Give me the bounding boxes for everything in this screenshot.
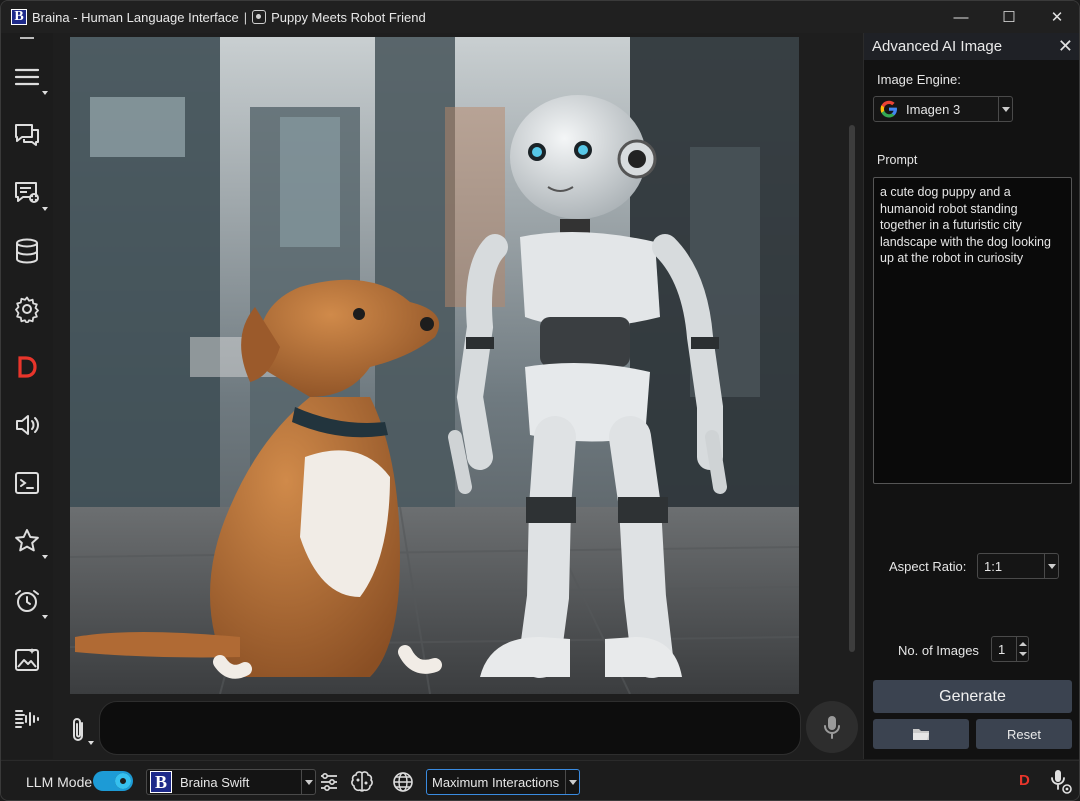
mic-button[interactable] — [806, 701, 858, 753]
sidebar-item-chat[interactable] — [1, 113, 53, 157]
star-icon — [15, 529, 39, 552]
caret-down-icon — [88, 741, 94, 745]
braina-logo-icon: B — [11, 9, 27, 25]
advanced-ai-image-panel: Advanced AI Image ✕ Image Engine: Imagen… — [863, 33, 1079, 759]
sidebar-item-new-chat[interactable] — [1, 171, 53, 215]
speaker-icon — [16, 415, 39, 435]
engine-select[interactable]: Imagen 3 — [873, 96, 1013, 122]
sidebar-item-menu[interactable] — [1, 55, 53, 99]
num-images-stepper[interactable]: 1 — [991, 636, 1029, 662]
new-chat-icon — [15, 182, 39, 203]
minimize-button[interactable]: — — [937, 1, 985, 33]
image-scrollbar[interactable] — [849, 125, 855, 652]
arrow-up-icon[interactable] — [1019, 642, 1027, 646]
puppy-robot-image-art — [70, 37, 799, 694]
caret-down-icon — [42, 555, 48, 559]
llm-mode-toggle[interactable] — [93, 771, 133, 791]
document-title: Puppy Meets Robot Friend — [271, 9, 426, 25]
close-button[interactable]: ✕ — [1033, 1, 1079, 33]
panel-header: Advanced AI Image ✕ — [864, 33, 1079, 60]
chevron-down-icon — [565, 770, 579, 794]
voice-wave-icon — [15, 710, 39, 728]
sidebar-item-favorites[interactable] — [1, 519, 53, 563]
folder-icon — [913, 729, 929, 740]
attach-button[interactable] — [64, 713, 94, 747]
prompt-textarea[interactable]: a cute dog puppy and a humanoid robot st… — [873, 177, 1072, 484]
sidebar-item-alarm[interactable] — [1, 579, 53, 623]
gear-icon — [15, 296, 39, 323]
globe-icon[interactable] — [391, 770, 415, 794]
open-folder-button[interactable] — [873, 719, 969, 749]
left-sidebar — [1, 33, 53, 759]
caret-down-icon — [42, 207, 48, 211]
generate-button[interactable]: Generate — [873, 680, 1072, 713]
sliders-icon[interactable] — [317, 770, 341, 794]
panel-title: Advanced AI Image — [872, 38, 1003, 55]
app-window: B Braina - Human Language Interface | Pu… — [0, 0, 1080, 801]
drag-handle-icon — [20, 37, 34, 39]
sidebar-item-voice[interactable] — [1, 697, 53, 741]
aspect-ratio-label: Aspect Ratio: — [889, 559, 967, 574]
panel-close-button[interactable]: ✕ — [1058, 36, 1073, 57]
generated-image[interactable] — [70, 37, 799, 694]
reset-button[interactable]: Reset — [976, 719, 1072, 749]
interaction-mode-select[interactable]: Maximum Interactions — [426, 769, 580, 795]
sidebar-item-image-gen[interactable] — [1, 637, 53, 681]
sidebar-item-speaker[interactable] — [1, 403, 53, 447]
sidebar-item-terminal[interactable] — [1, 461, 53, 505]
num-images-label: No. of Images — [898, 643, 979, 658]
chat-input[interactable] — [99, 701, 801, 755]
document-icon — [252, 10, 267, 24]
engine-value: Imagen 3 — [906, 101, 961, 117]
num-images-value: 1 — [998, 641, 1006, 657]
brain-icon[interactable] — [350, 770, 374, 794]
interaction-mode-value: Maximum Interactions — [432, 774, 560, 790]
arrow-down-icon[interactable] — [1019, 652, 1027, 656]
chevron-down-icon — [998, 97, 1012, 121]
title-separator: | — [243, 9, 248, 25]
microphone-icon — [824, 716, 840, 739]
sidebar-item-settings[interactable] — [1, 287, 53, 331]
paperclip-icon — [73, 718, 83, 741]
alarm-icon — [15, 590, 39, 612]
menu-icon — [14, 68, 40, 86]
app-title: Braina - Human Language Interface — [32, 9, 239, 25]
title-bar: B Braina - Human Language Interface | Pu… — [1, 1, 1079, 33]
sidebar-item-d[interactable] — [1, 345, 53, 389]
image-gen-icon — [15, 648, 39, 671]
sidebar-item-database[interactable] — [1, 229, 53, 273]
main-content — [54, 33, 860, 759]
google-icon — [880, 100, 897, 118]
stepper-arrows[interactable] — [1016, 637, 1028, 661]
chevron-down-icon — [1044, 554, 1058, 578]
maximize-button[interactable]: ☐ — [985, 1, 1033, 33]
aspect-ratio-value: 1:1 — [984, 558, 1003, 574]
d-logo-icon — [18, 356, 37, 378]
engine-label: Image Engine: — [877, 72, 961, 87]
mic-settings-icon[interactable] — [1049, 769, 1073, 795]
caret-down-icon — [42, 91, 48, 95]
database-icon — [16, 238, 38, 264]
aspect-ratio-select[interactable]: 1:1 — [977, 553, 1059, 579]
prompt-label: Prompt — [877, 153, 918, 167]
chevron-down-icon — [301, 770, 315, 794]
braina-logo-icon: B — [150, 771, 172, 793]
bottom-bar: LLM Mode B Braina Swift Maximum Interact… — [1, 760, 1079, 800]
d-logo-icon[interactable]: D — [1019, 772, 1030, 789]
window-controls: — ☐ ✕ — [937, 1, 1079, 33]
chat-icon — [15, 124, 39, 146]
caret-down-icon — [42, 615, 48, 619]
model-value: Braina Swift — [180, 774, 250, 790]
llm-mode-label: LLM Mode — [26, 774, 93, 790]
terminal-icon — [15, 472, 39, 494]
model-select[interactable]: B Braina Swift — [146, 769, 316, 795]
